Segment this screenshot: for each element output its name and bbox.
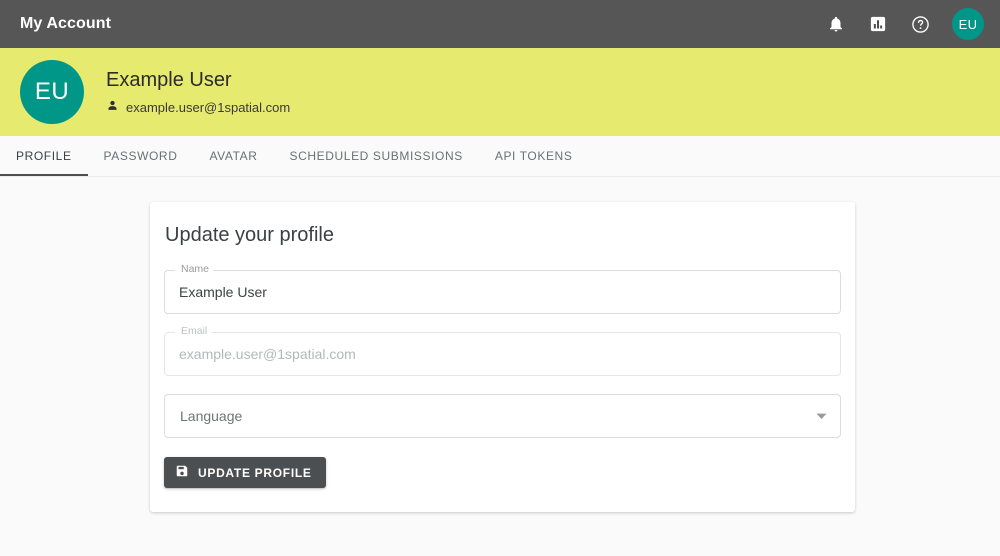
- tab-label: API TOKENS: [494, 149, 573, 163]
- notifications-bell-icon: [827, 15, 845, 33]
- help-button[interactable]: [906, 10, 934, 38]
- update-profile-card: Update your profile Name Example User Em…: [150, 202, 855, 512]
- banner-text-group: Example User example.user@1spatial.com: [106, 69, 290, 115]
- person-icon: [106, 99, 119, 115]
- banner-avatar-initials: EU: [34, 78, 70, 105]
- header-actions: EU: [822, 8, 984, 40]
- page-title: My Account: [20, 15, 112, 32]
- language-select[interactable]: Language: [164, 394, 841, 438]
- user-email: example.user@1spatial.com: [126, 99, 291, 115]
- avatar: EU: [20, 60, 84, 124]
- avatar-initials: EU: [958, 16, 978, 32]
- help-circle-icon: [911, 15, 930, 34]
- page-content: Update your profile Name Example User Em…: [0, 177, 1000, 556]
- tab-profile[interactable]: PROFILE: [0, 136, 88, 176]
- user-identity-banner: EU Example User example.user@1spatial.co…: [0, 48, 1000, 136]
- tab-password[interactable]: PASSWORD: [88, 136, 194, 176]
- user-name: Example User: [106, 69, 232, 91]
- tab-api-tokens[interactable]: API TOKENS: [479, 136, 589, 176]
- chevron-down-icon: [816, 407, 827, 425]
- tab-scheduled-submissions[interactable]: SCHEDULED SUBMISSIONS: [274, 136, 479, 176]
- card-title: Update your profile: [165, 224, 334, 246]
- update-profile-button-label: UPDATE PROFILE: [198, 465, 312, 480]
- update-profile-button[interactable]: UPDATE PROFILE: [164, 457, 326, 488]
- notifications-bell-button[interactable]: [822, 10, 850, 38]
- user-email-row: example.user@1spatial.com: [106, 99, 290, 115]
- statistics-button[interactable]: [864, 10, 892, 38]
- user-avatar-button[interactable]: EU: [952, 8, 984, 40]
- email-input: example.user@1spatial.com: [179, 346, 356, 362]
- email-field: Email example.user@1spatial.com: [164, 325, 841, 376]
- bar-chart-icon: [869, 15, 887, 33]
- tab-label: SCHEDULED SUBMISSIONS: [289, 149, 463, 163]
- email-field-label: Email: [181, 325, 208, 337]
- language-select-value: Language: [180, 408, 243, 424]
- name-field-label: Name: [181, 263, 210, 275]
- name-field[interactable]: Name Example User: [164, 263, 841, 314]
- app-header-bar: My Account EU: [0, 0, 1000, 48]
- account-tabs: PROFILE PASSWORD AVATAR SCHEDULED SUBMIS…: [0, 136, 1000, 177]
- name-input[interactable]: Example User: [179, 284, 267, 300]
- tab-avatar[interactable]: AVATAR: [193, 136, 273, 176]
- tab-label: PROFILE: [16, 149, 72, 163]
- tab-label: AVATAR: [209, 149, 258, 163]
- tab-label: PASSWORD: [103, 149, 178, 163]
- save-floppy-icon: [175, 464, 189, 481]
